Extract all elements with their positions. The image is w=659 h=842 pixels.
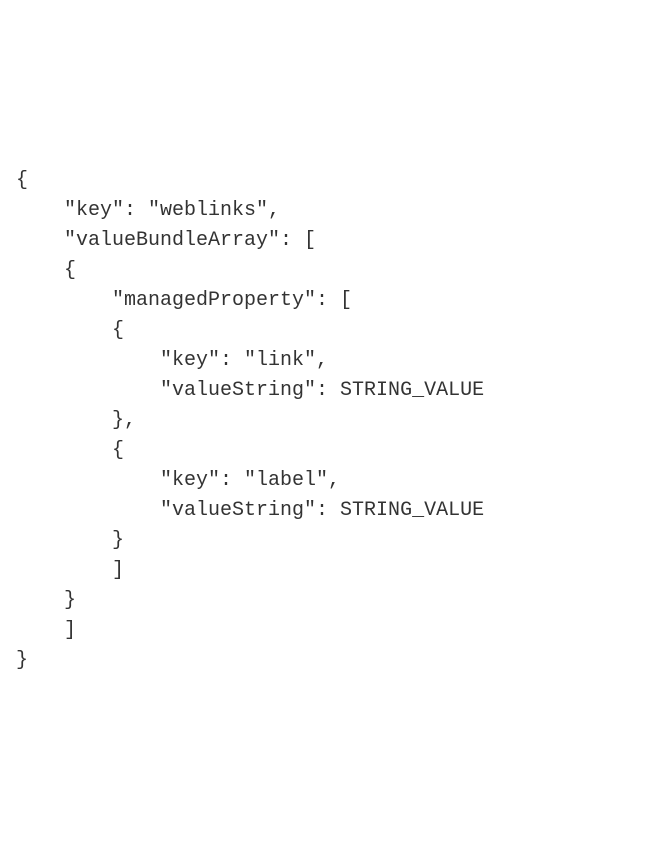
code-line: } [16,589,76,612]
code-line: "key": "link", [16,349,328,372]
code-line: ] [16,619,76,642]
code-line: { [16,169,28,192]
code-line: "valueString": STRING_VALUE [16,379,484,402]
code-line: } [16,529,124,552]
code-line: "key": "weblinks", [16,199,280,222]
code-line: "valueString": STRING_VALUE [16,499,484,522]
code-line: { [16,259,76,282]
code-block: { "key": "weblinks", "valueBundleArray":… [16,136,643,676]
code-line: "key": "label", [16,469,340,492]
code-line: ] [16,559,124,582]
code-line: "valueBundleArray": [ [16,229,316,252]
code-line: { [16,439,124,462]
code-line: { [16,319,124,342]
code-line: }, [16,409,136,432]
code-line: "managedProperty": [ [16,289,352,312]
code-line: } [16,649,28,672]
